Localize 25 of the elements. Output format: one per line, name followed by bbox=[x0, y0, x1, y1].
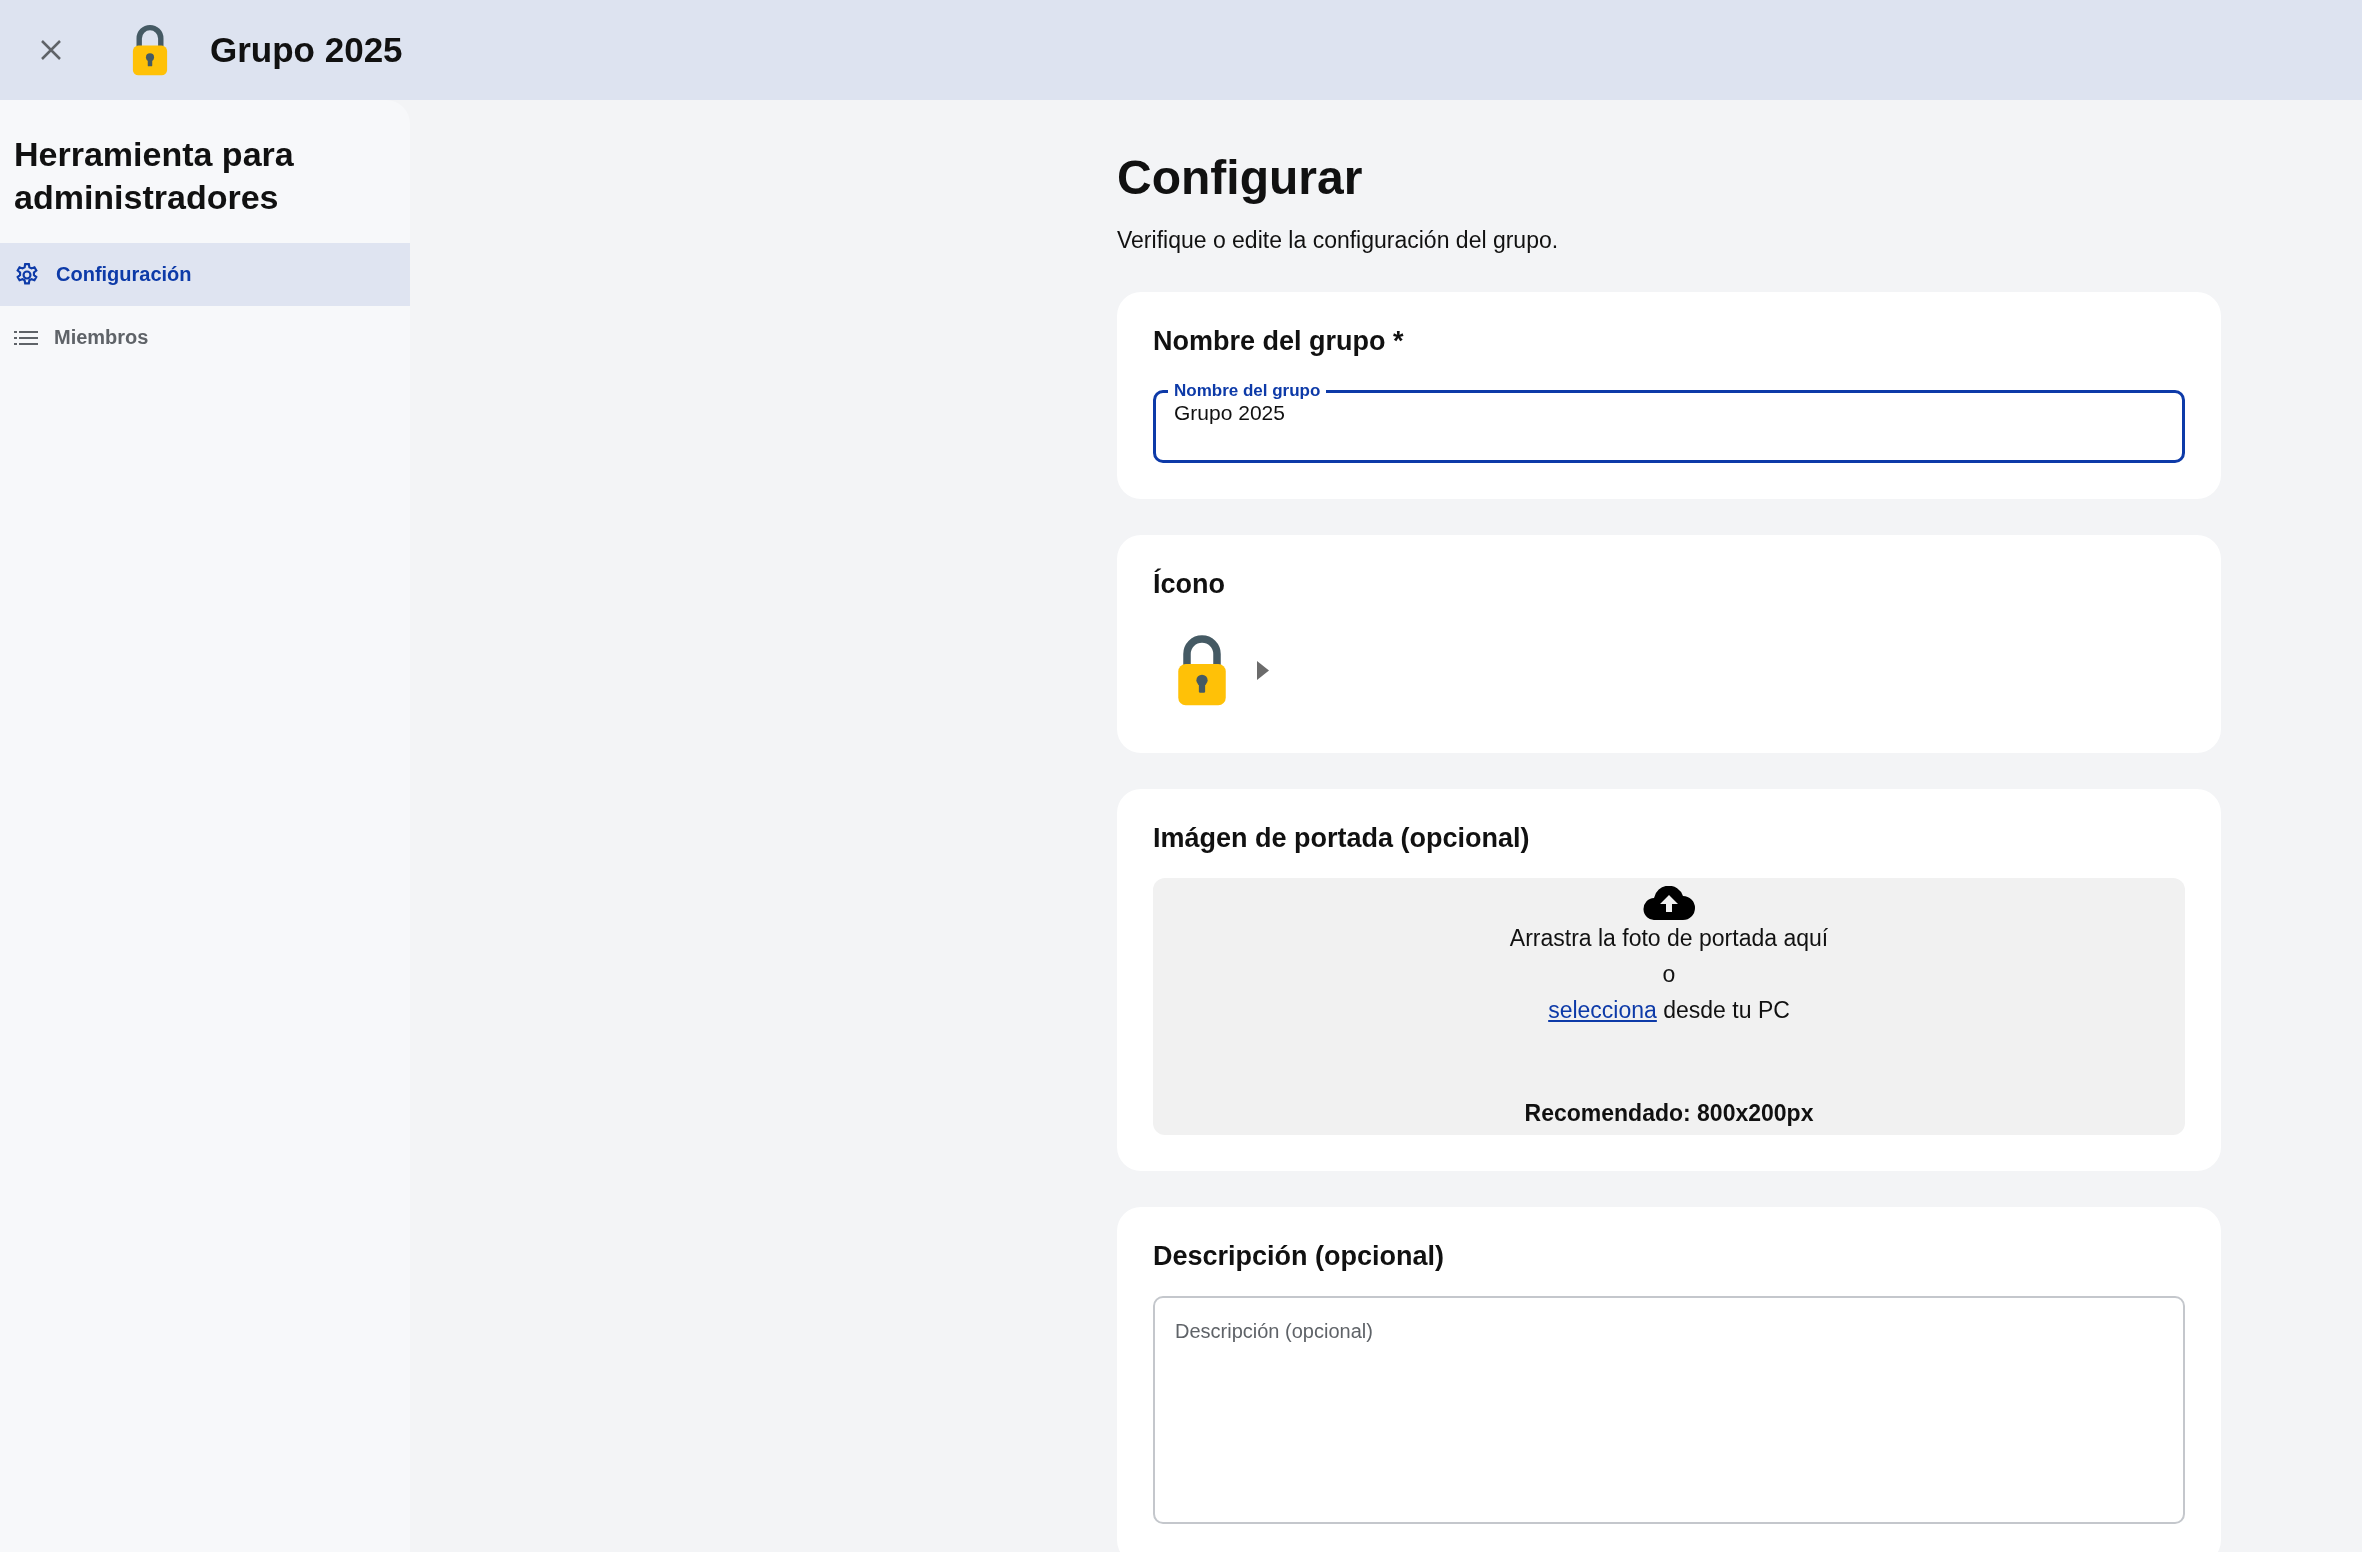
section-title: Descripción (opcional) bbox=[1153, 1240, 1446, 1272]
caret-icon[interactable] bbox=[1257, 659, 1269, 681]
group-name-field[interactable]: Nombre del grupo Grupo 2025 bbox=[1153, 381, 2185, 463]
padlock-icon bbox=[1177, 634, 1227, 707]
sidebar-item[interactable]: Configuración bbox=[0, 243, 410, 306]
section-title: Nombre del grupo * bbox=[1153, 326, 1405, 357]
upload-dropzone[interactable]: Arrastra la foto de portada aquí o selecciona desde tu PC Recomendado: 800x200px bbox=[1153, 877, 2185, 1135]
field-label: Nombre del grupo bbox=[1173, 381, 1322, 401]
page-subtitle: Verifique o edite la configuración del grupo. bbox=[1117, 227, 1560, 254]
sidebar-item[interactable]: Miembros bbox=[0, 306, 410, 369]
drop-hint: Arrastra la foto de portada aquí bbox=[1509, 923, 1829, 953]
upload-cloud-icon bbox=[1643, 885, 1695, 920]
padlock-icon bbox=[132, 23, 168, 77]
section-title: Imágen de portada (opcional) bbox=[1153, 822, 1531, 854]
sidebar-title: Herramienta para administradores bbox=[13, 134, 295, 218]
section-title: Ícono bbox=[1153, 569, 1226, 600]
group-title: Grupo 2025 bbox=[210, 30, 403, 70]
select-hint: selecciona desde tu PC bbox=[1548, 995, 1790, 1025]
page-title: Configurar bbox=[1117, 150, 1364, 205]
recommended-size: Recomendado: 800x200px bbox=[1524, 1098, 1814, 1128]
list-icon bbox=[14, 329, 38, 346]
or-text: o bbox=[1662, 959, 1676, 989]
select-link[interactable]: selecciona bbox=[1548, 996, 1657, 1023]
description-field[interactable]: Descripción (opcional) bbox=[1153, 1295, 2185, 1524]
close-icon bbox=[40, 39, 62, 61]
